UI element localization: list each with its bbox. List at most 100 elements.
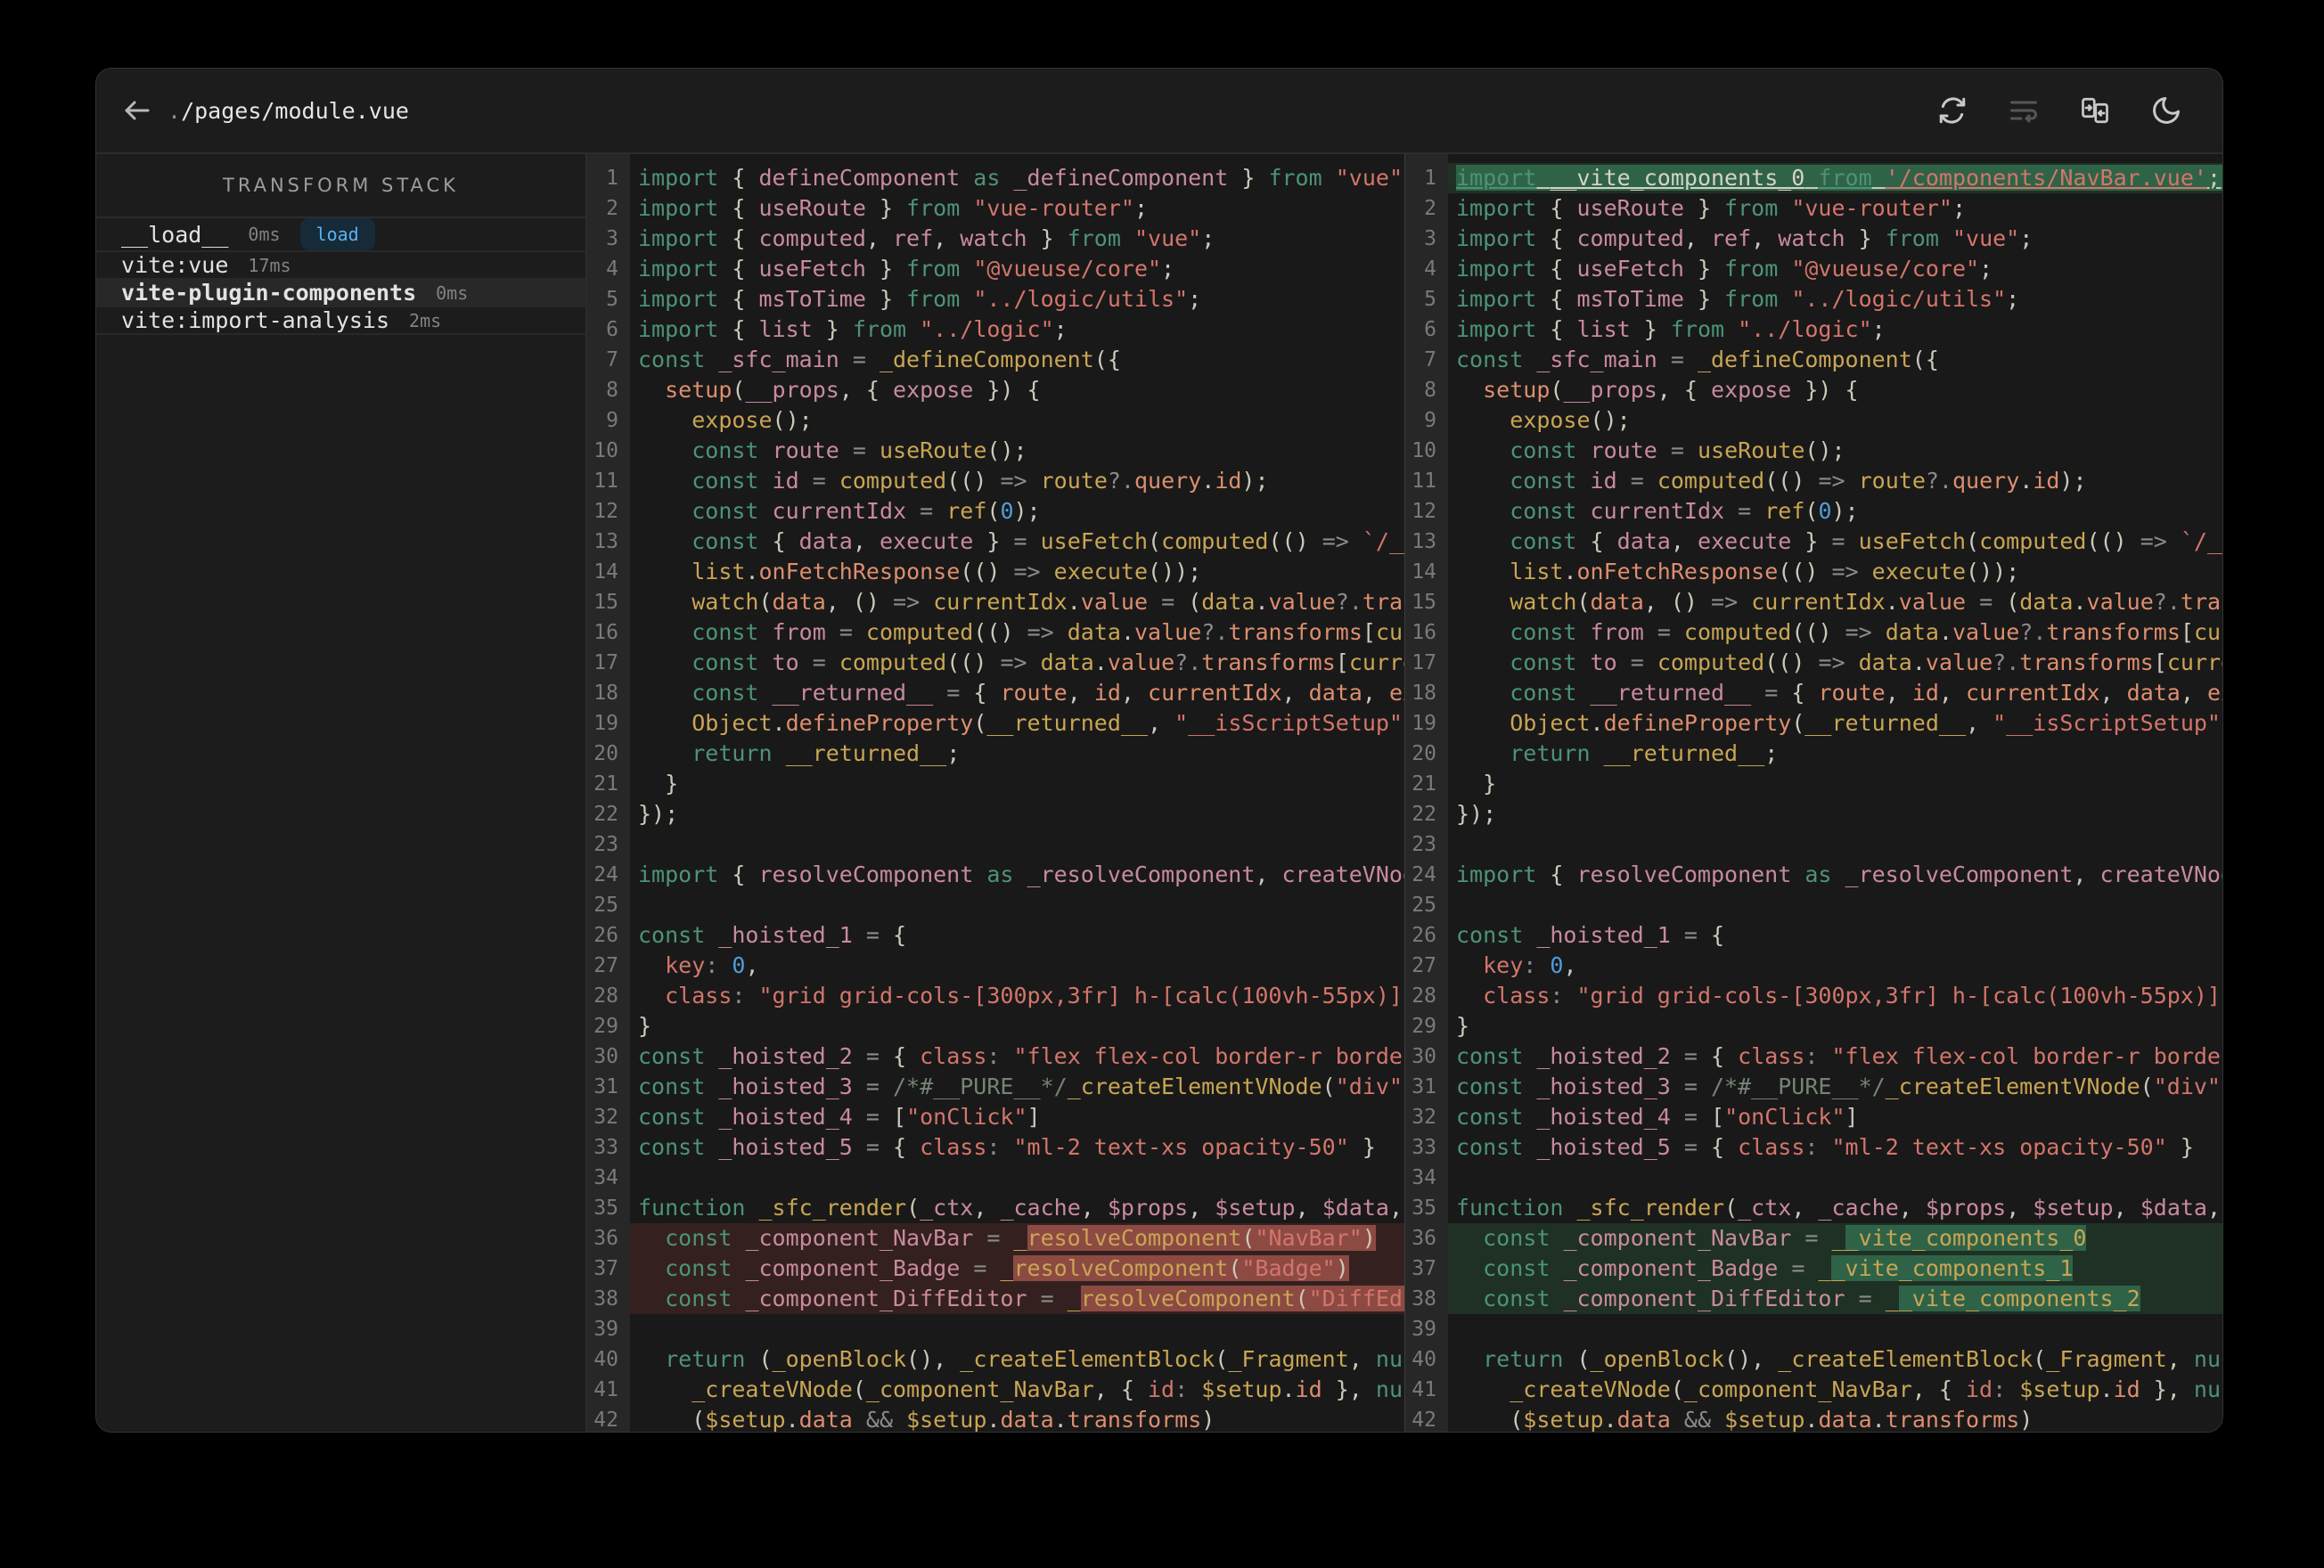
- line-number: 30: [587, 1041, 630, 1072]
- code-line: 40 return (_openBlock(), _createElementB…: [1405, 1344, 2222, 1375]
- split-diff-view-icon: [2082, 97, 2108, 124]
- pane-after[interactable]: 1 import __vite_components_0 from '/compo…: [1404, 154, 2222, 1432]
- code-line: 6 import { list } from "../logic";: [587, 314, 1404, 345]
- code-line: 31 const _hoisted_3 = /*#__PURE__*/_creat…: [1405, 1072, 2222, 1102]
- code-text: const _component_Badge = __vite_componen…: [1448, 1254, 2222, 1284]
- code-line: 24 import { resolveComponent as _resolveC…: [587, 860, 1404, 890]
- code-text: const { data, execute } = useFetch(compu…: [1510, 528, 2222, 554]
- code-line: 12 const currentIdx = ref(0);: [1405, 496, 2222, 527]
- code-text: const _component_NavBar = __vite_compone…: [1448, 1223, 2222, 1254]
- line-number: 20: [1405, 739, 1448, 769]
- code-text: Object.defineProperty(__returned__, "__i…: [691, 710, 1404, 736]
- code-line: 3 import { computed, ref, watch } from "v…: [1405, 224, 2222, 254]
- code-text: const _sfc_main = _defineComponent({: [1456, 347, 1939, 372]
- line-number: 21: [587, 769, 630, 799]
- line-number: 6: [1405, 314, 1448, 345]
- line-number: 35: [1405, 1193, 1448, 1223]
- code-line: 9 expose();: [1405, 405, 2222, 436]
- dark-mode-button[interactable]: [2149, 94, 2183, 127]
- line-number: 32: [1405, 1102, 1448, 1132]
- code-text: import { msToTime } from "../logic/utils…: [1456, 286, 2020, 312]
- code-text: expose();: [1510, 407, 1631, 433]
- refresh-button[interactable]: [1935, 94, 1969, 127]
- sidebar-item-vite-plugin-components[interactable]: vite-plugin-components 0ms: [96, 280, 585, 307]
- line-number: 23: [587, 829, 630, 860]
- line-number: 25: [1405, 890, 1448, 920]
- line-number: 36: [587, 1223, 630, 1254]
- app-window: ./pages/module.vue TRANSFORM STACK __loa…: [95, 68, 2223, 1433]
- code-line: 4 import { useFetch } from "@vueuse/core"…: [1405, 254, 2222, 284]
- line-number: 42: [587, 1405, 630, 1432]
- line-number: 18: [1405, 678, 1448, 708]
- line-number: 9: [587, 405, 630, 436]
- code-line: 32 const _hoisted_4 = ["onClick"]: [587, 1102, 1404, 1132]
- code-line: 28 class: "grid grid-cols-[300px,3fr] h-…: [1405, 981, 2222, 1011]
- code-line: 16 const from = computed(() => data.valu…: [587, 617, 1404, 648]
- back-button[interactable]: [116, 89, 159, 132]
- line-number: 8: [587, 375, 630, 405]
- line-number: 16: [587, 617, 630, 648]
- code-text: const _hoisted_2 = { class: "flex flex-c…: [638, 1043, 1404, 1069]
- line-number: 34: [1405, 1163, 1448, 1193]
- line-number: 29: [1405, 1011, 1448, 1041]
- line-number: 28: [587, 981, 630, 1011]
- line-number: 9: [1405, 405, 1448, 436]
- plugin-name: vite:import-analysis: [121, 307, 390, 333]
- split-diff-view-button[interactable]: [2078, 94, 2112, 127]
- code-text: }: [638, 771, 679, 796]
- code-text: function _sfc_render(_ctx, _cache, $prop…: [638, 1195, 1403, 1221]
- pane-before[interactable]: 1 import { defineComponent as _defineComp…: [587, 154, 1404, 1432]
- load-badge: load: [299, 218, 375, 250]
- line-number: 37: [587, 1254, 630, 1284]
- sidebar: TRANSFORM STACK __load__ 0ms load vite:vue 1…: [96, 154, 587, 1432]
- code-line: 38 const _component_DiffEditor = _resolv…: [587, 1284, 1404, 1314]
- code-line: 20 return __returned__;: [1405, 739, 2222, 769]
- line-number: 19: [587, 708, 630, 739]
- line-number: 1: [587, 163, 630, 193]
- line-number: 8: [1405, 375, 1448, 405]
- line-number: 24: [1405, 860, 1448, 890]
- code-line: 2 import { useRoute } from "vue-router";: [587, 193, 1404, 224]
- code-line: 41 _createVNode(_component_NavBar, { id:…: [1405, 1375, 2222, 1405]
- sidebar-item-vite-vue[interactable]: vite:vue 17ms: [96, 252, 585, 280]
- code-line: 1 import { defineComponent as _defineComp…: [587, 163, 1404, 193]
- code-line: 28 class: "grid grid-cols-[300px,3fr] h-…: [587, 981, 1404, 1011]
- code-text: }: [638, 1013, 652, 1039]
- line-number: 5: [1405, 284, 1448, 314]
- code-text: const id = computed(() => route?.query.i…: [1510, 468, 2087, 494]
- code-line: 21 }: [1405, 769, 2222, 799]
- code-line: 42 ($setup.data && $setup.data.transform…: [587, 1405, 1404, 1432]
- code-text: import { useFetch } from "@vueuse/core";: [638, 256, 1175, 282]
- code-text: watch(data, () => currentIdx.value = (da…: [1510, 589, 2222, 615]
- code-text: class: "grid grid-cols-[300px,3fr] h-[ca…: [1483, 983, 2221, 1009]
- code-text: import { useFetch } from "@vueuse/core";: [1456, 256, 1993, 282]
- code-line: 33 const _hoisted_5 = { class: "ml-2 text…: [1405, 1132, 2222, 1163]
- code-line: 11 const id = computed(() => route?.quer…: [587, 466, 1404, 496]
- code-line: 12 const currentIdx = ref(0);: [587, 496, 1404, 527]
- line-number: 20: [587, 739, 630, 769]
- code-text: const route = useRoute();: [691, 437, 1027, 463]
- sidebar-item-load[interactable]: __load__ 0ms load: [96, 218, 585, 252]
- code-line: 33 const _hoisted_5 = { class: "ml-2 text…: [587, 1132, 1404, 1163]
- code-line: 3 import { computed, ref, watch } from "v…: [587, 224, 1404, 254]
- code-text: const currentIdx = ref(0);: [691, 498, 1041, 524]
- diff-editors: 1 import { defineComponent as _defineComp…: [587, 154, 2222, 1432]
- line-number: 41: [1405, 1375, 1448, 1405]
- wrap-text-button[interactable]: [2007, 94, 2041, 127]
- code-line: 40 return (_openBlock(), _createElementB…: [587, 1344, 1404, 1375]
- code-text: list.onFetchResponse(() => execute());: [1510, 559, 2020, 584]
- code-text: }: [1456, 1013, 1470, 1039]
- line-number: 23: [1405, 829, 1448, 860]
- code-text: import { resolveComponent as _resolveCom…: [638, 862, 1404, 887]
- sidebar-item-vite-import-analysis[interactable]: vite:import-analysis 2ms: [96, 307, 585, 335]
- code-text: import { useRoute } from "vue-router";: [1456, 195, 1967, 221]
- transform-stack-list: __load__ 0ms load vite:vue 17ms vite-plugin-c…: [96, 218, 585, 335]
- code-line: 31 const _hoisted_3 = /*#__PURE__*/_creat…: [587, 1072, 1404, 1102]
- line-number: 2: [587, 193, 630, 224]
- code-line: 36 const _component_NavBar = _resolveCom…: [587, 1223, 1404, 1254]
- line-number: 41: [587, 1375, 630, 1405]
- plugin-name: __load__: [121, 221, 229, 248]
- code-text: const _component_NavBar = _resolveCompon…: [630, 1223, 1404, 1254]
